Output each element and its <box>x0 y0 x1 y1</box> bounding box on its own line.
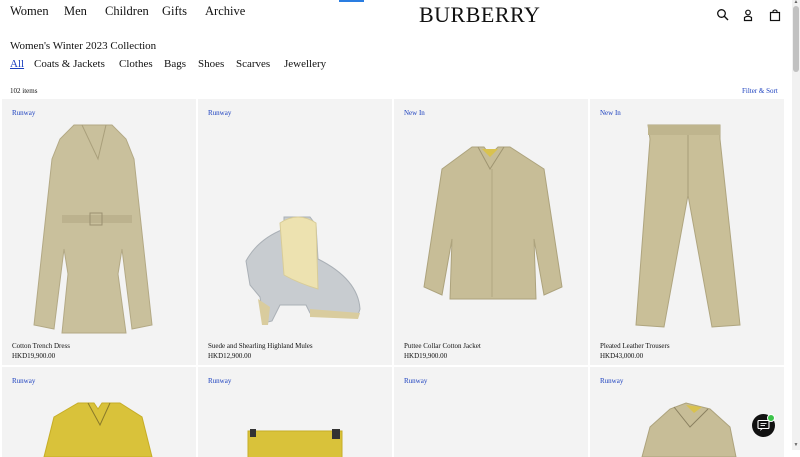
nav-men[interactable]: Men <box>64 4 87 19</box>
category-bags[interactable]: Bags <box>164 58 186 70</box>
product-card[interactable]: Runway <box>198 367 392 457</box>
product-card[interactable]: Runway <box>394 367 588 457</box>
nav-gifts[interactable]: Gifts <box>162 4 187 19</box>
product-badge: Runway <box>404 377 428 385</box>
brand-logo[interactable]: BURBERRY <box>419 2 540 28</box>
item-count: 102 items <box>10 87 38 95</box>
category-scarves[interactable]: Scarves <box>236 58 270 70</box>
product-card[interactable]: Runway Suede and Shearling Highland Mule… <box>198 99 392 365</box>
product-badge: New In <box>600 109 621 117</box>
category-coats-jackets[interactable]: Coats & Jackets <box>34 58 105 70</box>
product-price: HKD12,900.00 <box>208 352 252 360</box>
product-badge: Runway <box>12 109 36 117</box>
product-badge: Runway <box>208 109 232 117</box>
product-image <box>245 216 361 325</box>
filter-sort-button[interactable]: Filter & Sort <box>742 87 778 95</box>
product-price: HKD43,000.00 <box>600 352 644 360</box>
scroll-down-arrow-icon[interactable]: ▼ <box>793 443 799 448</box>
product-name: Puttee Collar Cotton Jacket <box>404 342 481 350</box>
nav-children[interactable]: Children <box>105 4 149 19</box>
product-card[interactable]: New In Puttee Collar Cotton Jacket HKD19… <box>394 99 588 365</box>
online-status-dot <box>767 414 775 422</box>
product-badge: Runway <box>600 377 624 385</box>
site-header: Women Men Children Gifts Archive BURBERR… <box>0 0 792 34</box>
product-name: Suede and Shearling Highland Mules <box>208 342 313 350</box>
product-name: Pleated Leather Trousers <box>600 342 670 350</box>
product-card[interactable]: Runway <box>590 367 784 457</box>
product-image <box>33 124 153 334</box>
bag-icon[interactable] <box>768 8 782 22</box>
product-price: HKD19,900.00 <box>404 352 448 360</box>
product-card[interactable]: Runway <box>2 367 196 457</box>
product-name: Cotton Trench Dress <box>12 342 70 350</box>
category-all[interactable]: All <box>10 58 24 70</box>
product-badge: New In <box>404 109 425 117</box>
category-jewellery[interactable]: Jewellery <box>284 58 326 70</box>
product-image <box>423 146 563 300</box>
loading-indicator <box>339 0 364 2</box>
category-clothes[interactable]: Clothes <box>119 58 153 70</box>
search-icon[interactable] <box>716 8 730 22</box>
scrollbar-thumb[interactable] <box>793 6 799 72</box>
product-badge: Runway <box>208 377 232 385</box>
collection-title: Women's Winter 2023 Collection <box>10 40 157 52</box>
product-image <box>635 124 741 328</box>
scroll-up-arrow-icon[interactable]: ▲ <box>793 0 799 5</box>
nav-women[interactable]: Women <box>10 4 49 19</box>
product-badge: Runway <box>12 377 36 385</box>
account-icon[interactable] <box>741 8 755 22</box>
nav-archive[interactable]: Archive <box>205 4 245 19</box>
product-card[interactable]: Runway Cotton Trench Dress HKD19,900.00 <box>2 99 196 365</box>
product-price: HKD19,900.00 <box>12 352 56 360</box>
product-card[interactable]: New In Pleated Leather Trousers HKD43,00… <box>590 99 784 365</box>
category-shoes[interactable]: Shoes <box>198 58 224 70</box>
